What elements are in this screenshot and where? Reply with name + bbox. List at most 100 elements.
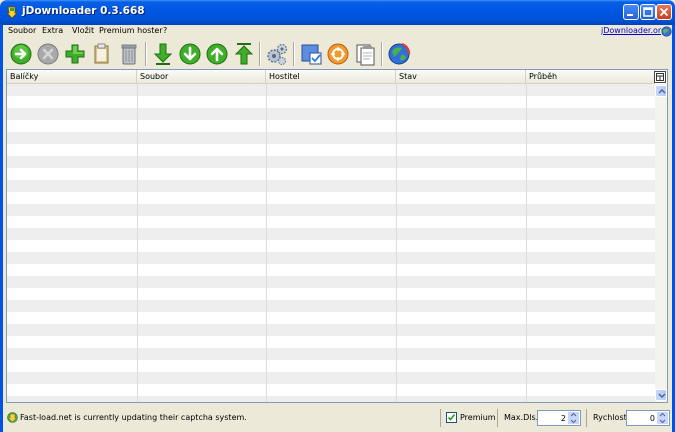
move-bottom-button[interactable] [150,41,176,67]
web-button[interactable] [386,41,412,67]
table-row[interactable] [7,396,655,402]
update-button[interactable] [325,41,351,67]
table-row[interactable] [7,360,655,372]
toolbar-separator [145,42,147,66]
table-row[interactable] [7,216,655,228]
menu-premium-hoster[interactable]: Premium hoster [99,25,163,39]
table-row[interactable] [7,240,655,252]
table-row[interactable] [7,312,655,324]
column-divider [137,84,138,402]
table-row[interactable] [7,132,655,144]
table-row[interactable] [7,264,655,276]
menu-extra[interactable]: Extra [42,25,63,39]
table-header: Balíčky Soubor Hostitel Stav Průběh [7,70,655,84]
speed-spinner[interactable]: 0 [626,410,670,426]
max-downloads-label: Max.Dls. [504,413,539,422]
clipboard-folder-icon [94,43,109,64]
table-row[interactable] [7,84,655,96]
move-down-icon [179,43,201,65]
menu-soubor[interactable]: Soubor [8,25,36,39]
status-divider [440,409,441,427]
spinner-arrows-icon[interactable] [568,412,579,424]
table-row[interactable] [7,336,655,348]
scroll-up-button[interactable] [655,85,667,97]
table-row[interactable] [7,324,655,336]
table-row[interactable] [7,180,655,192]
table-row[interactable] [7,252,655,264]
table-body[interactable] [7,84,655,402]
table-row[interactable] [7,120,655,132]
table-row[interactable] [7,144,655,156]
status-divider [497,409,498,427]
columns-icon [656,73,664,81]
menu-vlozit[interactable]: Vložit [72,25,94,39]
column-divider [396,84,397,402]
column-chooser-button[interactable] [654,71,666,83]
status-message: Fast-load.net is currently updating thei… [20,413,247,422]
settings-icon [267,43,288,65]
move-up-button[interactable] [204,41,230,67]
column-header-packages[interactable]: Balíčky [7,70,137,84]
move-down-button[interactable] [177,41,203,67]
max-downloads-value[interactable]: 2 [561,414,566,423]
max-downloads-spinner[interactable]: 2 [537,410,581,426]
settings-button[interactable] [264,41,290,67]
reconnect-icon [301,44,322,65]
start-button[interactable] [8,41,34,67]
stop-button[interactable] [35,41,61,67]
table-row[interactable] [7,204,655,216]
column-header-file[interactable]: Soubor [137,70,266,84]
table-row[interactable] [7,108,655,120]
website-link[interactable]: jDownloader.org [601,26,666,35]
start-icon [10,43,32,65]
table-row[interactable] [7,96,655,108]
toolbar [3,39,672,69]
close-icon [659,7,669,17]
globe-small-icon[interactable] [661,26,672,37]
move-top-button[interactable] [231,41,257,67]
table-row[interactable] [7,300,655,312]
toolbar-separator [381,42,383,66]
vertical-scrollbar[interactable] [655,84,667,402]
table-row[interactable] [7,372,655,384]
add-links-button[interactable] [62,41,88,67]
maximize-button[interactable] [640,4,656,20]
spinner-arrows-icon[interactable] [657,412,668,424]
table-row[interactable] [7,228,655,240]
reconnect-button[interactable] [298,41,324,67]
clipboard-button[interactable] [89,41,115,67]
stop-icon [37,43,59,65]
minimize-button[interactable] [623,4,639,20]
column-divider [266,84,267,402]
table-row[interactable] [7,192,655,204]
menu-help[interactable]: ? [163,25,167,39]
table-row[interactable] [7,168,655,180]
premium-checkbox[interactable] [446,412,457,423]
globe-icon [388,42,411,65]
status-divider [586,409,587,427]
speed-value[interactable]: 0 [650,414,655,423]
chevron-up-icon [658,89,666,94]
column-header-progress[interactable]: Průběh [526,70,655,84]
menu-bar: Soubor Extra Vložit Premium hoster ? jDo… [3,25,672,39]
log-button[interactable] [352,41,378,67]
speed-label: Rychlost [593,413,627,422]
download-table[interactable]: Balíčky Soubor Hostitel Stav Průběh [6,69,668,403]
table-row[interactable] [7,156,655,168]
column-header-host[interactable]: Hostitel [266,70,396,84]
move-bottom-icon [153,43,173,65]
close-button[interactable] [656,4,672,20]
remove-button[interactable] [116,41,142,67]
table-row[interactable] [7,384,655,396]
maximize-icon [643,7,653,17]
window-frame-left [0,25,3,432]
table-row[interactable] [7,276,655,288]
scroll-down-button[interactable] [655,389,667,401]
title-bar[interactable]: jDownloader 0.3.668 [0,0,675,25]
chevron-down-icon [658,393,666,398]
table-row[interactable] [7,348,655,360]
column-header-status[interactable]: Stav [396,70,526,84]
log-icon [356,44,375,66]
update-icon [327,43,349,65]
table-row[interactable] [7,288,655,300]
